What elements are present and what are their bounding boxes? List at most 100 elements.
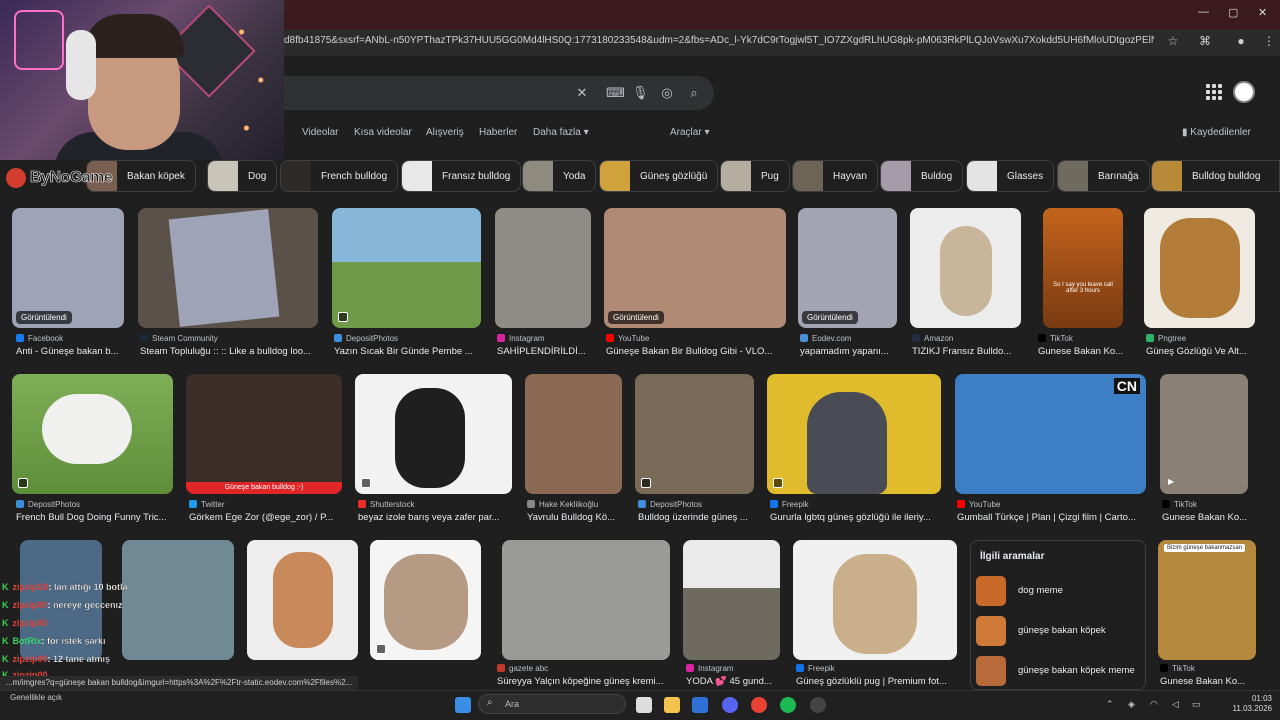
windows-start-icon[interactable] [455, 697, 471, 713]
battery-icon[interactable]: ▭ [1192, 699, 1201, 710]
result-source[interactable]: Facebook [16, 334, 136, 343]
result-title[interactable]: Gururla lgbtq güneş gözlüğü ile ileriy..… [770, 512, 942, 523]
taskbar-search-box[interactable]: ⌕ Ara [478, 694, 626, 714]
result-title[interactable]: YODA 💕 45 gund... [686, 676, 786, 687]
taskbar-clock[interactable]: 01:03 11.03.2026 [1222, 694, 1272, 714]
file-explorer-icon[interactable] [664, 697, 680, 713]
result-source[interactable]: TikTok [1038, 334, 1138, 343]
related-search-item[interactable]: güneşe bakan köpek meme [976, 653, 1142, 689]
result-source[interactable]: TikTok [1162, 500, 1252, 509]
result-title[interactable]: Gunese Bakan Ko... [1038, 346, 1138, 357]
result-title[interactable]: Yavrulu Bulldog Kö... [527, 512, 627, 523]
image-result[interactable] [793, 540, 957, 660]
result-title[interactable]: Güneş Gözlüğü Ve Alt... [1146, 346, 1258, 357]
translate-icon[interactable]: ⌘ [1198, 34, 1212, 48]
image-result[interactable] [1144, 208, 1255, 328]
tab-videolar[interactable]: Videolar [302, 127, 339, 138]
task-view-icon[interactable] [636, 697, 652, 713]
result-title[interactable]: Steam Topluluğu :: :: Like a bulldog loo… [140, 346, 320, 357]
image-result[interactable]: Görüntülendi [798, 208, 897, 328]
chip-barinaga[interactable]: Barınağa [1057, 160, 1150, 192]
result-source[interactable]: Twitter [189, 500, 345, 509]
result-source[interactable]: Hake Kekliikoğlu [527, 500, 627, 509]
result-title[interactable]: Görkem Ege Zor (@ege_zor) / P... [189, 512, 345, 523]
result-source[interactable]: gazete abc [497, 664, 665, 673]
tab-daha-fazla[interactable]: Daha fazla ▾ [533, 127, 589, 138]
chip-pug[interactable]: Pug [720, 160, 790, 192]
image-result[interactable] [332, 208, 481, 328]
result-source[interactable]: DepositPhotos [16, 500, 176, 509]
result-source[interactable]: Freepik [770, 500, 942, 509]
tab-haberler[interactable]: Haberler [479, 127, 517, 138]
maximize-button[interactable]: ▢ [1228, 6, 1238, 19]
weather-widget[interactable]: Genellikle açık [10, 693, 62, 702]
result-source[interactable]: DepositPhotos [334, 334, 482, 343]
result-title[interactable]: Gunese Bakan Ko... [1160, 676, 1256, 687]
result-title[interactable]: beyaz izole barış veya zafer par... [358, 512, 514, 523]
image-result[interactable]: Bizim güneşe bakanmazsan [1158, 540, 1256, 660]
result-title[interactable]: SAHİPLENDİRİLDİ... [497, 346, 593, 357]
result-title[interactable]: French Bull Dog Doing Funny Tric... [16, 512, 176, 523]
result-source[interactable]: YouTube [957, 500, 1147, 509]
image-result[interactable] [138, 208, 318, 328]
tray-chevron-icon[interactable]: ⌃ [1106, 699, 1114, 710]
result-title[interactable]: Yazın Sıcak Bir Günde Pembe ... [334, 346, 482, 357]
chip-hayvan[interactable]: Hayvan [792, 160, 878, 192]
discord-icon[interactable] [722, 697, 738, 713]
google-apps-icon[interactable] [1206, 84, 1222, 100]
clear-search-icon[interactable]: ✕ [574, 85, 590, 101]
volume-icon[interactable]: ◁ [1172, 699, 1179, 710]
result-source[interactable]: Eodev.com [800, 334, 900, 343]
minimize-button[interactable]: — [1198, 6, 1209, 18]
bookmark-star-icon[interactable]: ☆ [1166, 34, 1180, 48]
image-result[interactable] [370, 540, 481, 660]
result-title[interactable]: Gunese Bakan Ko... [1162, 512, 1252, 523]
result-title[interactable]: Gumball Türkçe | Plan | Çizgi film | Car… [957, 512, 1147, 523]
chip-yoda[interactable]: Yoda [522, 160, 597, 192]
result-title[interactable]: Güneş gözlüklü pug | Premium fot... [796, 676, 958, 687]
result-source[interactable]: Instagram [497, 334, 593, 343]
related-search-item[interactable]: güneşe bakan köpek [976, 613, 1142, 649]
image-result[interactable] [635, 374, 754, 494]
microphone-icon[interactable]: 🎙 [632, 85, 649, 101]
image-result[interactable] [247, 540, 358, 660]
url-text[interactable]: d8fb41875&sxsrf=ANbL-n50YPThazTPk37HUU5G… [284, 35, 1154, 51]
chip-gunes-gozlugu[interactable]: Güneş gözlüğü [599, 160, 719, 192]
store-icon[interactable] [692, 697, 708, 713]
network-icon[interactable]: ◈ [1128, 699, 1135, 710]
image-result[interactable] [767, 374, 941, 494]
image-result[interactable]: Güneşe bakan bulldog :-) [186, 374, 342, 494]
result-source[interactable]: Steam Community [140, 334, 320, 343]
chrome-icon[interactable] [751, 697, 767, 713]
result-title[interactable]: Süreyya Yalçın köpeğine güneş kremi... [497, 676, 665, 687]
profile-icon[interactable]: ● [1234, 34, 1248, 48]
result-title[interactable]: Anti - Güneşe bakan b... [16, 346, 136, 357]
result-title[interactable]: Güneşe Bakan Bir Bulldog Gibi - VLO... [606, 346, 788, 357]
lens-camera-icon[interactable]: ◎ [659, 85, 675, 101]
search-input[interactable]: ✕ ⌨ 🎙 ◎ ⌕ [240, 76, 714, 110]
result-source[interactable]: Shutterstock [358, 500, 514, 509]
chip-glasses[interactable]: Glasses [966, 160, 1055, 192]
result-source[interactable]: DepositPhotos [638, 500, 758, 509]
result-title[interactable]: TIZIKJ Fransız Bulldo... [912, 346, 1024, 357]
result-source[interactable]: TikTok [1160, 664, 1256, 673]
image-result[interactable]: CN [955, 374, 1146, 494]
image-result[interactable] [910, 208, 1021, 328]
image-result[interactable] [525, 374, 622, 494]
menu-kebab-icon[interactable]: ⋮ [1262, 34, 1276, 48]
wifi-icon[interactable]: ◠ [1150, 699, 1158, 710]
saved-button[interactable]: ▮ Kaydedilenler [1182, 127, 1251, 138]
image-result[interactable] [502, 540, 670, 660]
chip-fransiz-bulldog[interactable]: Fransız bulldog [401, 160, 522, 192]
tools-button[interactable]: Araçlar ▾ [670, 127, 709, 138]
result-title[interactable]: Bulldog üzerinde güneş ... [638, 512, 758, 523]
tab-kisa-videolar[interactable]: Kısa videolar [354, 127, 412, 138]
chip-french-bulldog[interactable]: French bulldog [280, 160, 399, 192]
image-result[interactable] [12, 374, 173, 494]
tab-alisveris[interactable]: Alışveriş [426, 127, 464, 138]
account-avatar[interactable] [1233, 81, 1255, 103]
keyboard-icon[interactable]: ⌨ [606, 85, 625, 101]
close-window-button[interactable]: ✕ [1258, 6, 1267, 19]
result-source[interactable]: YouTube [606, 334, 788, 343]
image-result[interactable] [495, 208, 591, 328]
